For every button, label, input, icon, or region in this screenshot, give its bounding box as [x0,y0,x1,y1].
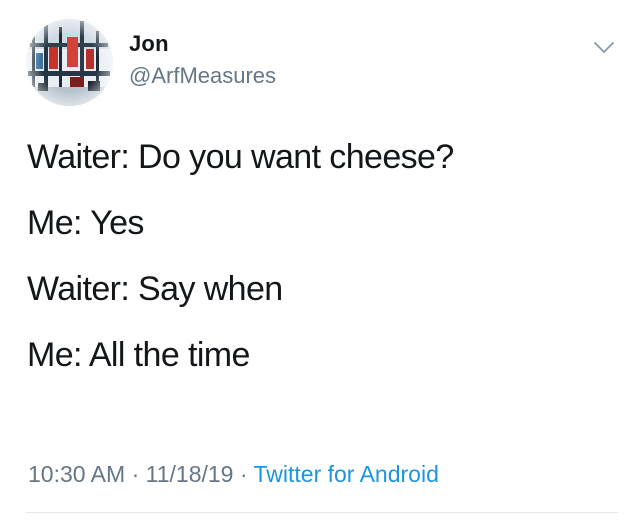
tweet-text-line: Me: All the time [27,336,250,374]
avatar[interactable] [26,19,113,106]
tweet-date[interactable]: 11/18/19 [146,461,234,487]
tweet-time[interactable]: 10:30 AM [28,461,125,487]
tweet-metadata: 10:30 AM · 11/18/19 · Twitter for Androi… [28,461,439,488]
tweet-card: Jon @ArfMeasures Waiter: Do you want che… [0,0,640,522]
divider [26,512,618,513]
meta-separator: · [125,461,146,487]
tweet-text-line: Me: Yes [27,204,144,242]
tweet-source-link[interactable]: Twitter for Android [254,461,439,487]
avatar-photo [26,19,113,106]
tweet-text-line: Waiter: Say when [27,270,283,308]
chevron-down-icon[interactable] [592,40,616,56]
user-handle[interactable]: @ArfMeasures [129,63,276,89]
tweet-text: Waiter: Do you want cheese? Me: Yes Wait… [27,140,454,404]
tweet-text-line: Waiter: Do you want cheese? [27,138,454,176]
display-name[interactable]: Jon [129,31,169,57]
meta-separator: · [233,461,254,487]
